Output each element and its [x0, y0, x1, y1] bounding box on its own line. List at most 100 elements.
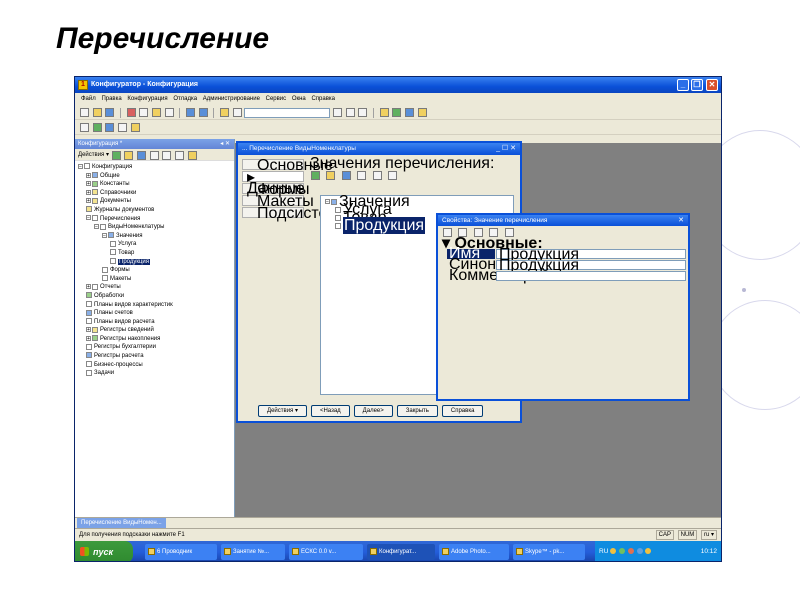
tree-item[interactable]: + Отчеты	[78, 283, 234, 292]
actions-button[interactable]: Действия ▾	[258, 405, 307, 417]
taskbar-button[interactable]: 6 Проводник	[145, 544, 217, 560]
taskbar-button[interactable]: Занятие №...	[221, 544, 285, 560]
enum-tab[interactable]: Подсистемы	[242, 206, 350, 222]
tray-icon[interactable]	[627, 548, 634, 555]
tree-item[interactable]: Планы счетов	[78, 309, 234, 318]
copy-icon[interactable]	[124, 151, 134, 160]
print-icon[interactable]	[164, 108, 174, 117]
tree-item[interactable]: − ВидыНоменклатуры	[78, 223, 234, 232]
menu-edit[interactable]: Правка	[101, 96, 121, 102]
tree-item[interactable]: − Значения	[78, 232, 234, 241]
tree-item[interactable]: + Регистры накопления	[78, 335, 234, 344]
help-button[interactable]: Справка	[441, 405, 484, 417]
tree-item[interactable]: + Константы	[78, 180, 234, 189]
add-icon[interactable]	[311, 171, 320, 180]
expand-icon[interactable]: +	[86, 189, 91, 195]
tree-item[interactable]: Услуга	[78, 240, 234, 249]
language-indicator[interactable]: ru ▾	[700, 530, 717, 540]
expand-icon[interactable]: +	[86, 327, 91, 333]
properties-titlebar[interactable]: Свойства: Значение перечисления ✕	[438, 215, 688, 226]
tray-icon[interactable]	[645, 548, 652, 555]
update-config-icon[interactable]	[92, 123, 102, 132]
sort-icon[interactable]	[175, 151, 184, 160]
taskbar-button[interactable]: Skype™ - pk...	[513, 544, 585, 560]
minimize-button[interactable]: _	[677, 79, 689, 91]
menu-file[interactable]: Файл	[81, 96, 96, 102]
taskbar-button[interactable]: ЕСКС 0.0 v...	[289, 544, 363, 560]
expand-icon[interactable]: +	[86, 198, 91, 204]
menu-windows[interactable]: Окна	[292, 96, 306, 102]
copy-icon[interactable]	[326, 171, 336, 180]
tree-item[interactable]: Задачи	[78, 369, 234, 378]
taskbar-button[interactable]: Конфигурат...	[367, 544, 435, 560]
maximize-button[interactable]: ❐	[691, 79, 703, 91]
undo-icon[interactable]	[186, 108, 196, 117]
database-icon[interactable]	[105, 123, 115, 132]
syntax-helper-icon[interactable]	[379, 108, 389, 117]
tree-item[interactable]: + Документы	[78, 197, 234, 206]
properties-close-button[interactable]: ✕	[678, 215, 684, 226]
menu-configuration[interactable]: Конфигурация	[127, 96, 167, 102]
collapse-icon[interactable]: −	[78, 163, 83, 169]
menu-debug[interactable]: Отладка	[173, 96, 197, 102]
constructor-icon[interactable]	[392, 108, 402, 117]
tray-icon[interactable]	[610, 548, 617, 555]
properties-icon[interactable]	[417, 108, 427, 117]
window-tab-enum[interactable]: Перечисление ВидыНомен...	[77, 518, 166, 528]
move-up-icon[interactable]	[149, 151, 159, 160]
expand-icon[interactable]: +	[86, 335, 91, 341]
tree-item[interactable]: Регистры бухгалтерии	[78, 343, 234, 352]
collapse-icon[interactable]: −	[94, 224, 99, 230]
tree-item[interactable]: Продукция	[78, 257, 234, 267]
tree-item[interactable]: Планы видов характеристик	[78, 300, 234, 310]
window-icon[interactable]	[358, 108, 368, 117]
expand-icon[interactable]: +	[86, 284, 91, 290]
search-combobox[interactable]	[244, 108, 331, 118]
next-button[interactable]: Далее>	[353, 405, 393, 417]
menu-help[interactable]: Справка	[311, 96, 335, 102]
tree-item[interactable]: Бизнес-процессы	[78, 361, 234, 370]
tree-item[interactable]: − Конфигурация	[78, 163, 234, 172]
tree-item[interactable]: + Общие	[78, 172, 234, 181]
filter-icon[interactable]	[187, 151, 197, 160]
menu-service[interactable]: Сервис	[266, 96, 287, 102]
edit-icon[interactable]	[136, 151, 146, 160]
close-button[interactable]: ✕	[706, 79, 718, 91]
open-folder-icon[interactable]	[92, 108, 102, 117]
tree-item[interactable]: + Регистры сведений	[78, 326, 234, 335]
property-value-field[interactable]	[496, 271, 686, 281]
move-down-icon[interactable]	[162, 151, 172, 160]
tray-icon[interactable]	[619, 548, 626, 555]
move-up-icon[interactable]	[357, 171, 367, 180]
new-file-icon[interactable]	[80, 108, 89, 117]
find-prev-icon[interactable]	[345, 108, 355, 117]
close-button[interactable]: Закрыть	[396, 405, 438, 417]
tree-item[interactable]: Товар	[78, 249, 234, 258]
find-next-icon[interactable]	[333, 108, 343, 117]
actions-menu-button[interactable]: Действия ▾	[78, 152, 109, 158]
sort-icon[interactable]	[388, 171, 398, 180]
tree-item[interactable]: + Справочники	[78, 189, 234, 198]
tray-icon[interactable]	[636, 548, 643, 555]
property-name[interactable]: Комментарий	[447, 268, 550, 284]
collapse-icon[interactable]: −	[325, 199, 330, 205]
tree-item[interactable]: Макеты	[78, 275, 234, 284]
edit-icon[interactable]	[341, 171, 351, 180]
find-icon[interactable]	[220, 108, 230, 117]
compare-icon[interactable]	[80, 123, 89, 132]
tree-icon[interactable]	[118, 123, 128, 132]
language-label[interactable]: RU	[599, 548, 608, 555]
cut-icon[interactable]	[126, 108, 136, 117]
collapse-icon[interactable]: −	[86, 215, 91, 221]
save-icon[interactable]	[105, 108, 115, 117]
collapse-icon[interactable]: −	[102, 232, 107, 238]
add-icon[interactable]	[111, 151, 121, 160]
move-down-icon[interactable]	[372, 171, 382, 180]
enum-editor-window-controls[interactable]: _ ☐ ✕	[496, 143, 516, 155]
tree-item[interactable]: − Перечисления	[78, 214, 234, 224]
start-button[interactable]: пуск	[75, 541, 133, 561]
run-debug-icon[interactable]	[130, 123, 140, 132]
find-binoculars-icon[interactable]	[232, 108, 242, 117]
menu-administration[interactable]: Администрирование	[203, 96, 260, 102]
copy-icon[interactable]	[139, 108, 149, 117]
